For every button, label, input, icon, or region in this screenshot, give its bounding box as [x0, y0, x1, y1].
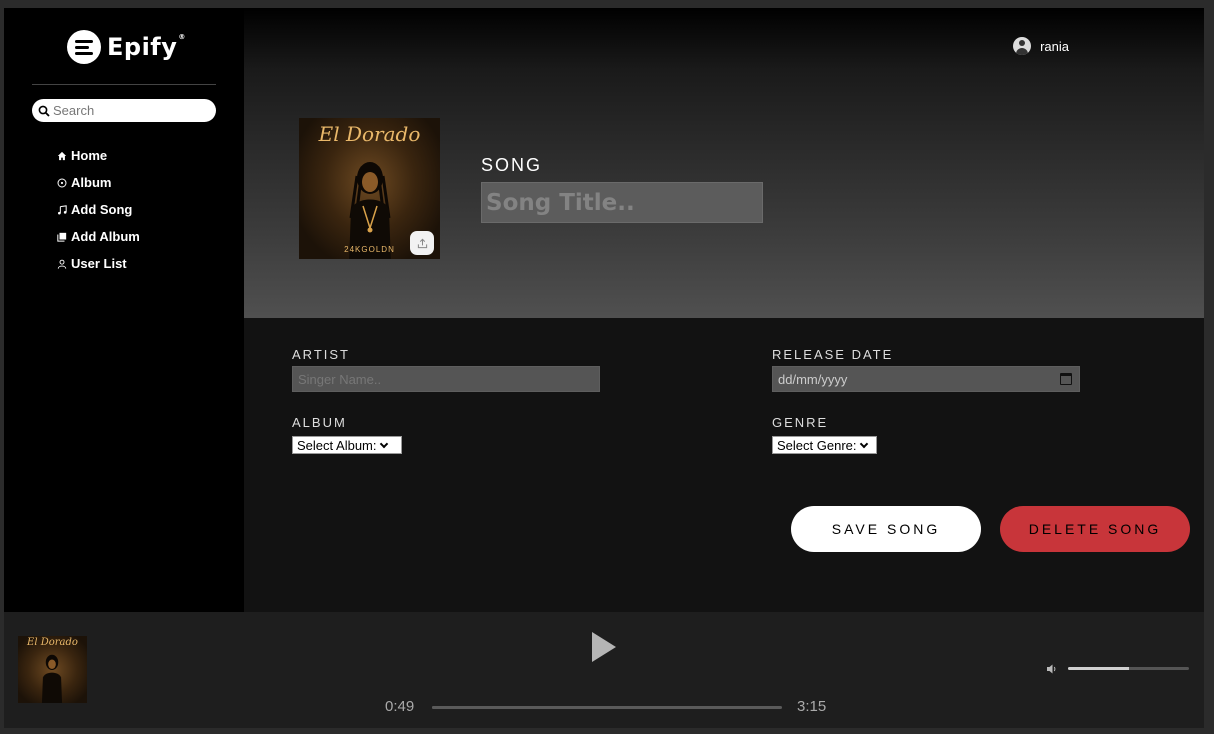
cover-figure — [349, 162, 391, 259]
registered-mark: ® — [178, 33, 186, 41]
artist-label: ARTIST — [292, 347, 350, 362]
volume-slider[interactable] — [1068, 667, 1189, 670]
sidebar: Epify® Home Album Add Song Add Album — [4, 8, 244, 612]
duration: 3:15 — [797, 698, 827, 715]
chevron-down-icon — [859, 439, 868, 448]
upload-cover-button[interactable] — [410, 231, 434, 255]
album-select-value: Select Album: — [297, 437, 377, 453]
album-label: ALBUM — [292, 415, 347, 430]
sidebar-item-label: Add Song — [71, 202, 133, 217]
genre-label: GENRE — [772, 415, 829, 430]
now-playing-thumbnail[interactable]: El Dorado — [18, 636, 87, 703]
album-select[interactable]: Select Album: — [292, 436, 402, 454]
app-frame: Epify® Home Album Add Song Add Album — [4, 8, 1204, 728]
search-icon — [38, 105, 50, 117]
play-button[interactable] — [592, 632, 616, 662]
sidebar-nav: Home Album Add Song Add Album User List — [56, 142, 140, 277]
upload-icon — [417, 238, 427, 248]
player-bar: El Dorado 0:49 3:15 — [4, 612, 1204, 728]
username: rania — [1040, 38, 1069, 54]
thumbnail-title: El Dorado — [27, 637, 78, 648]
search-box[interactable] — [32, 99, 216, 122]
sidebar-item-label: Album — [71, 175, 112, 190]
user-menu[interactable]: rania — [1013, 37, 1069, 55]
home-icon — [56, 150, 68, 162]
genre-select[interactable]: Select Genre: — [772, 436, 877, 454]
genre-select-value: Select Genre: — [777, 437, 857, 453]
sidebar-item-add-song[interactable]: Add Song — [56, 196, 140, 223]
music-note-icon — [56, 204, 68, 216]
sidebar-item-album[interactable]: Album — [56, 169, 140, 196]
calendar-icon[interactable] — [1060, 373, 1072, 385]
app-logo[interactable]: Epify® — [67, 30, 186, 64]
chevron-down-icon — [379, 439, 388, 448]
song-header: rania El Dorado 24KGOLDN SONG — [244, 8, 1204, 318]
artist-input[interactable] — [292, 366, 600, 392]
thumbnail-figure — [41, 654, 63, 703]
current-time: 0:49 — [385, 698, 415, 715]
account-icon — [1013, 37, 1032, 55]
save-song-button[interactable]: SAVE SONG — [791, 506, 981, 552]
volume-icon[interactable] — [1046, 663, 1058, 675]
volume-fill — [1068, 667, 1129, 670]
release-date-input[interactable]: dd/mm/yyyy — [772, 366, 1080, 392]
release-date-placeholder: dd/mm/yyyy — [778, 371, 848, 387]
delete-song-button[interactable]: DELETE SONG — [1000, 506, 1190, 552]
sidebar-item-label: Add Album — [71, 229, 140, 244]
song-label: SONG — [481, 155, 543, 175]
sidebar-item-label: User List — [71, 256, 127, 271]
sidebar-item-home[interactable]: Home — [56, 142, 140, 169]
sidebar-divider — [32, 84, 216, 85]
sidebar-item-user-list[interactable]: User List — [56, 250, 140, 277]
logo-text: Epify — [107, 33, 178, 61]
release-date-label: RELEASE DATE — [772, 347, 894, 362]
disc-icon — [56, 177, 68, 189]
cover-title: El Dorado — [318, 122, 421, 146]
search-input[interactable] — [53, 103, 213, 118]
album-stack-icon — [56, 231, 68, 243]
user-icon — [56, 258, 68, 270]
sidebar-item-label: Home — [71, 148, 108, 163]
sidebar-item-add-album[interactable]: Add Album — [56, 223, 140, 250]
progress-fill — [432, 706, 520, 709]
song-cover-art[interactable]: El Dorado 24KGOLDN — [299, 118, 440, 259]
progress-bar[interactable] — [432, 706, 782, 709]
logo-mark-icon — [67, 30, 101, 64]
song-title-input[interactable] — [481, 182, 763, 223]
